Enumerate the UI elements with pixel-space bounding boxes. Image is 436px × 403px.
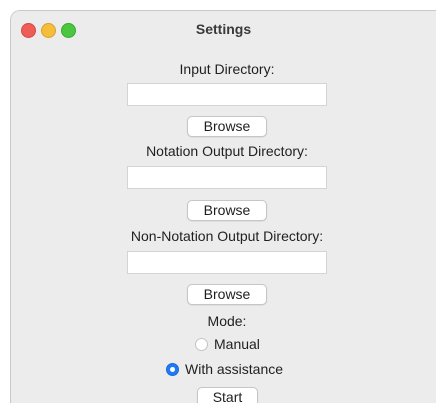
- title-bar[interactable]: Settings: [11, 11, 436, 49]
- non-notation-output-directory-label: Non-Notation Output Directory:: [130, 228, 324, 244]
- non-notation-output-directory-field[interactable]: [127, 251, 327, 274]
- input-directory-field[interactable]: [127, 83, 327, 106]
- window-title: Settings: [195, 21, 252, 37]
- mode-label: Mode:: [207, 313, 247, 329]
- settings-form: Input Directory: Browse Notation Output …: [11, 49, 436, 403]
- browse-input-directory-button[interactable]: Browse: [187, 116, 267, 137]
- mode-option-with-assistance[interactable]: With assistance: [166, 360, 283, 378]
- notation-output-directory-label: Notation Output Directory:: [146, 143, 308, 159]
- radio-button-unselected[interactable]: [195, 337, 208, 351]
- start-button[interactable]: Start: [197, 387, 258, 403]
- notation-output-directory-field[interactable]: [127, 166, 327, 189]
- mode-option-manual[interactable]: Manual: [195, 335, 260, 353]
- mode-option-with-assistance-label: With assistance: [185, 361, 284, 377]
- browse-non-notation-output-button[interactable]: Browse: [187, 284, 267, 305]
- radio-button-selected[interactable]: [166, 362, 179, 376]
- settings-window: Settings Input Directory: Browse Notatio…: [10, 10, 436, 403]
- input-directory-label: Input Directory:: [179, 61, 275, 77]
- browse-notation-output-button[interactable]: Browse: [187, 200, 267, 221]
- mode-option-manual-label: Manual: [214, 336, 260, 352]
